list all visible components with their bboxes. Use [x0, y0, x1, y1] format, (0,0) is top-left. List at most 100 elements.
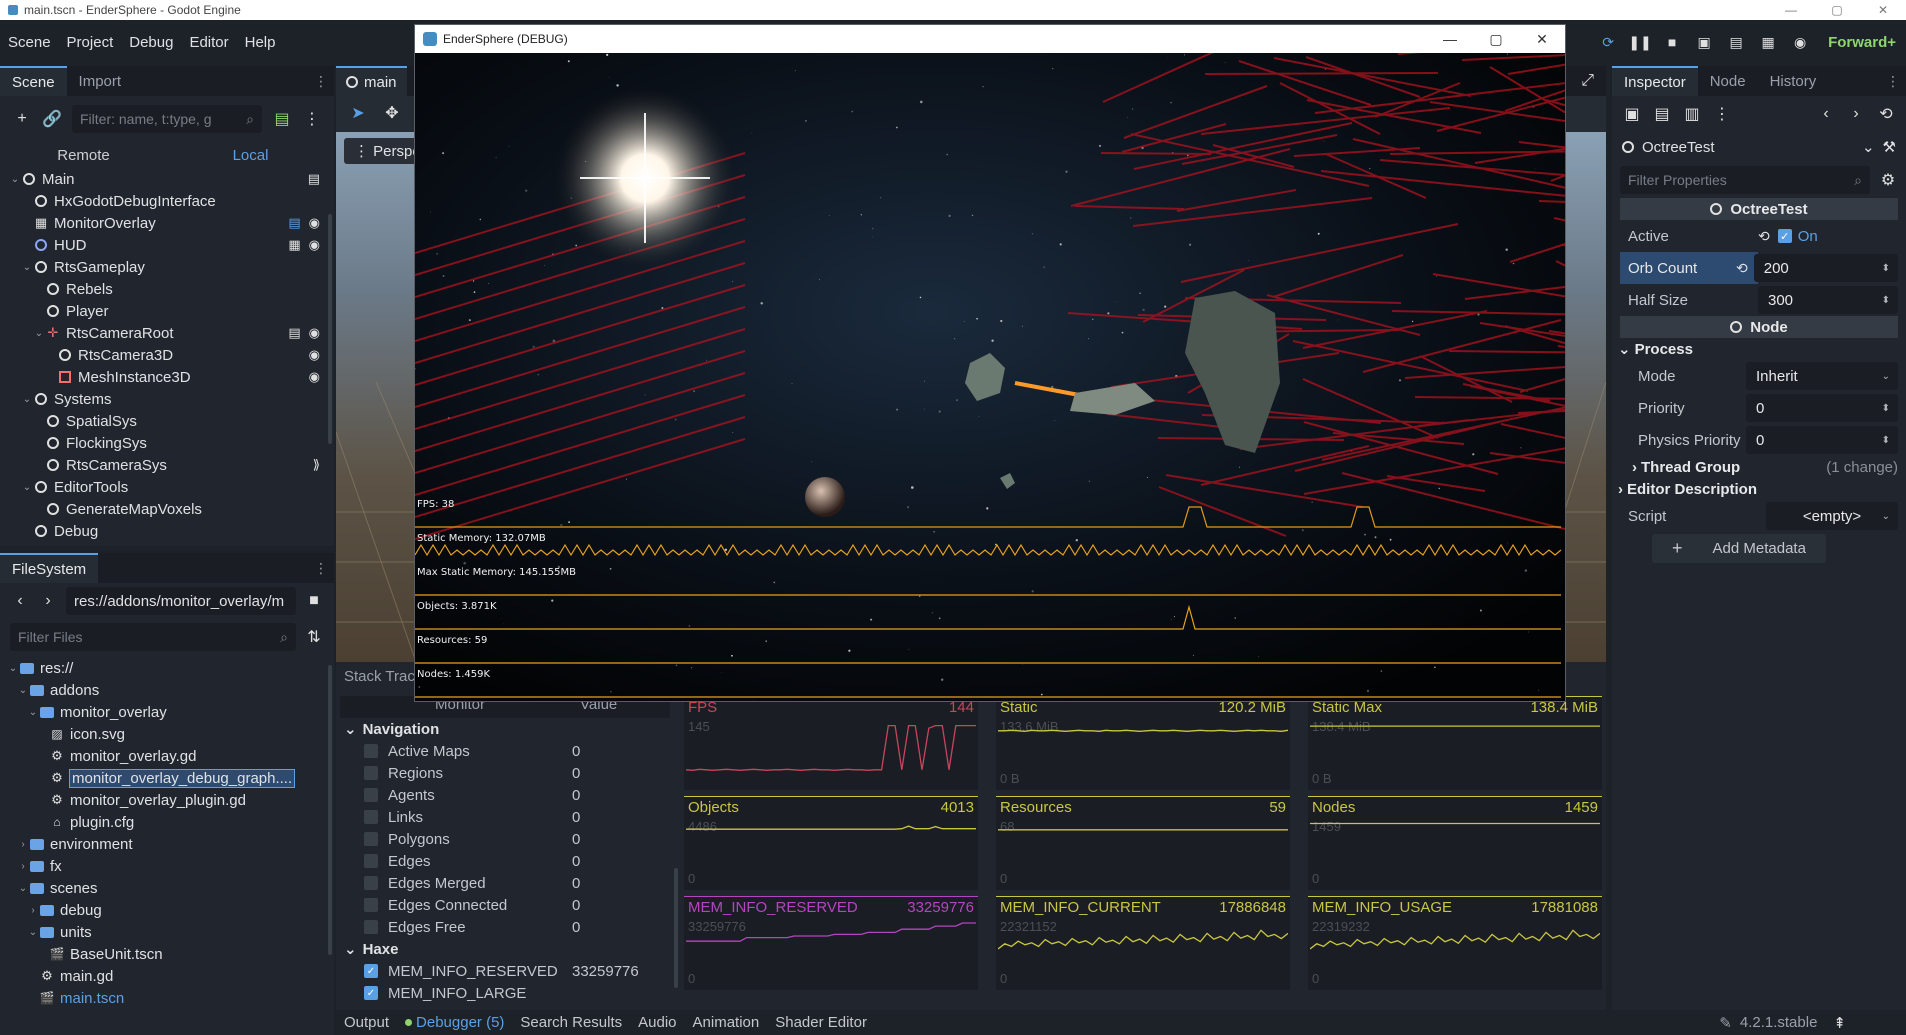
- expand-arrow-icon[interactable]: ⌄: [8, 174, 22, 185]
- monitor-checkbox[interactable]: [364, 788, 378, 802]
- file-tree-item[interactable]: ⌂ plugin.cfg: [0, 811, 334, 833]
- game-viewport[interactable]: FPS: 38 Static Memory: 132.07MB Max Static…: [415, 53, 1565, 701]
- tab-scene[interactable]: Scene: [0, 66, 67, 96]
- revert-icon[interactable]: ⟲: [1736, 260, 1748, 277]
- monitor-graph[interactable]: MEM_INFO_CURRENT 17886848 22321152 0: [996, 896, 1290, 990]
- tab-node[interactable]: Node: [1698, 66, 1758, 96]
- monitor-graph[interactable]: Objects 4013 4486 0: [684, 796, 978, 890]
- menu-help[interactable]: Help: [237, 34, 284, 51]
- attach-script-icon[interactable]: ▤: [272, 109, 292, 129]
- menu-debug[interactable]: Debug: [121, 34, 181, 51]
- scene-tree-item[interactable]: MeshInstance3D ◉: [0, 366, 334, 388]
- scene-tree-item[interactable]: SpatialSys: [0, 410, 334, 432]
- scene-tree-item[interactable]: ⌄ RtsGameplay: [0, 256, 334, 278]
- menu-editor[interactable]: Editor: [181, 34, 236, 51]
- monitor-graph[interactable]: Nodes 1459 1459 0: [1308, 796, 1602, 890]
- tab-history[interactable]: History: [1758, 66, 1829, 96]
- monitor-checkbox[interactable]: ✓: [364, 964, 378, 978]
- history-back-icon[interactable]: ‹: [1816, 105, 1836, 123]
- tab-main-scene[interactable]: main: [336, 66, 407, 96]
- scene-tree-item[interactable]: ⌄ ✛ RtsCameraRoot ▤ ◉: [0, 322, 334, 344]
- remote-button[interactable]: Remote: [0, 147, 167, 164]
- tool-icon[interactable]: ⚒: [1883, 138, 1896, 156]
- tab-debugger[interactable]: Debugger (5): [405, 1014, 504, 1031]
- pause-icon[interactable]: ❚❚: [1628, 30, 1652, 54]
- expand-arrow-icon[interactable]: ⌄: [32, 328, 46, 339]
- sort-icon[interactable]: ⇅: [304, 627, 324, 647]
- monitor-group[interactable]: ⌄ Haxe: [340, 938, 670, 960]
- filesystem-path-input[interactable]: res://addons/monitor_overlay/m: [66, 587, 296, 615]
- play-custom-scene-icon[interactable]: ▦: [1756, 30, 1780, 54]
- monitor-checkbox[interactable]: [364, 920, 378, 934]
- group-process[interactable]: ⌄ Process: [1612, 338, 1906, 360]
- file-tree-item[interactable]: ⚙ main.gd: [0, 965, 334, 987]
- visibility-icon[interactable]: ◉: [309, 347, 320, 363]
- active-checkbox[interactable]: ✓: [1777, 229, 1792, 243]
- expand-arrow-icon[interactable]: ›: [16, 861, 30, 872]
- monitor-checkbox[interactable]: [364, 854, 378, 868]
- property-options-icon[interactable]: ⚙: [1878, 170, 1898, 190]
- expand-arrow-icon[interactable]: ⌄: [26, 707, 40, 718]
- scene-tree-item[interactable]: HxGodotDebugInterface: [0, 190, 334, 212]
- physics-priority-spinbox[interactable]: 0 ⬍: [1746, 426, 1898, 454]
- scene-tree-item[interactable]: ⌄ Systems: [0, 388, 334, 410]
- new-resource-icon[interactable]: ▣: [1622, 104, 1642, 124]
- expand-arrow-icon[interactable]: ⌄: [20, 482, 34, 493]
- visibility-icon[interactable]: ◉: [309, 369, 320, 385]
- scene-filter-input[interactable]: Filter: name, t:type, g ⌕: [72, 105, 262, 133]
- signal-icon[interactable]: ⟫: [313, 457, 320, 473]
- revert-icon[interactable]: ⟲: [1758, 228, 1770, 245]
- dock-menu-icon[interactable]: ⋮: [308, 553, 334, 583]
- link-icon[interactable]: 🔗: [42, 109, 62, 129]
- file-tree-item[interactable]: 🎬 main.tscn: [0, 987, 334, 1009]
- tab-inspector[interactable]: Inspector: [1612, 66, 1698, 96]
- half-size-spinbox[interactable]: 300 ⬍: [1758, 286, 1898, 314]
- pin-panel-icon[interactable]: ⇞: [1833, 1014, 1846, 1032]
- maximize-icon[interactable]: ▢: [1814, 0, 1860, 20]
- back-icon[interactable]: ‹: [10, 592, 30, 610]
- scene-tree-item[interactable]: ▦ MonitorOverlay ▤ ◉: [0, 212, 334, 234]
- tab-audio[interactable]: Audio: [638, 1014, 676, 1031]
- renderer-selector[interactable]: Forward+: [1828, 34, 1896, 51]
- minimize-icon[interactable]: —: [1427, 25, 1473, 53]
- close-icon[interactable]: ✕: [1519, 25, 1565, 53]
- file-tree-item[interactable]: ⌄ monitor_overlay: [0, 701, 334, 723]
- play-scene-icon[interactable]: ▤: [1724, 30, 1748, 54]
- expand-arrow-icon[interactable]: ›: [16, 839, 30, 850]
- file-tree-item[interactable]: › environment: [0, 833, 334, 855]
- scene-tree-item[interactable]: RtsCamera3D ◉: [0, 344, 334, 366]
- file-tree-item[interactable]: › debug: [0, 899, 334, 921]
- monitor-graph[interactable]: Static Max 138.4 MiB 138.4 MiB 0 B: [1308, 696, 1602, 790]
- expand-arrow-icon[interactable]: ⌄: [26, 927, 40, 938]
- monitor-checkbox[interactable]: [364, 744, 378, 758]
- scene-tree-item[interactable]: GenerateMapVoxels: [0, 498, 334, 520]
- close-icon[interactable]: ✕: [1860, 0, 1906, 20]
- distraction-free-icon[interactable]: ⤢: [1581, 72, 1594, 90]
- monitor-graph[interactable]: Resources 59 68 0: [996, 796, 1290, 890]
- inspector-menu-icon[interactable]: ⋮: [1712, 104, 1732, 124]
- file-tree-item[interactable]: ▨ icon.svg: [0, 723, 334, 745]
- file-tree-item[interactable]: ⌄ addons: [0, 679, 334, 701]
- scene-tree-item[interactable]: ⌄ Main ▤: [0, 168, 334, 190]
- priority-spinbox[interactable]: 0 ⬍: [1746, 394, 1898, 422]
- scene-tree-item[interactable]: ⌄ EditorTools: [0, 476, 334, 498]
- reload-icon[interactable]: ⟳: [1596, 30, 1620, 54]
- add-node-icon[interactable]: +: [12, 110, 32, 128]
- history-forward-icon[interactable]: ›: [1846, 105, 1866, 123]
- menu-project[interactable]: Project: [59, 34, 122, 51]
- tab-import[interactable]: Import: [67, 66, 134, 96]
- monitor-graph[interactable]: MEM_INFO_USAGE 17881088 22319232 0: [1308, 896, 1602, 990]
- inspected-object[interactable]: OctreeTest ⌄ ⚒: [1612, 132, 1906, 162]
- monitor-checkbox[interactable]: [364, 766, 378, 780]
- select-tool-icon[interactable]: ➤: [348, 103, 368, 123]
- script-icon[interactable]: ▤: [308, 171, 320, 187]
- tab-output[interactable]: Output: [344, 1014, 389, 1031]
- monitor-checkbox[interactable]: [364, 898, 378, 912]
- save-resource-icon[interactable]: ▥: [1682, 104, 1702, 124]
- monitor-checkbox[interactable]: [364, 810, 378, 824]
- scene-tree-item[interactable]: FlockingSys: [0, 432, 334, 454]
- script-dropdown[interactable]: <empty> ⌄: [1766, 502, 1898, 530]
- expand-arrow-icon[interactable]: ⌄: [6, 663, 20, 674]
- file-tree-item[interactable]: ⚙ monitor_overlay_plugin.gd: [0, 789, 334, 811]
- monitor-group[interactable]: ⌄ Navigation: [340, 718, 670, 740]
